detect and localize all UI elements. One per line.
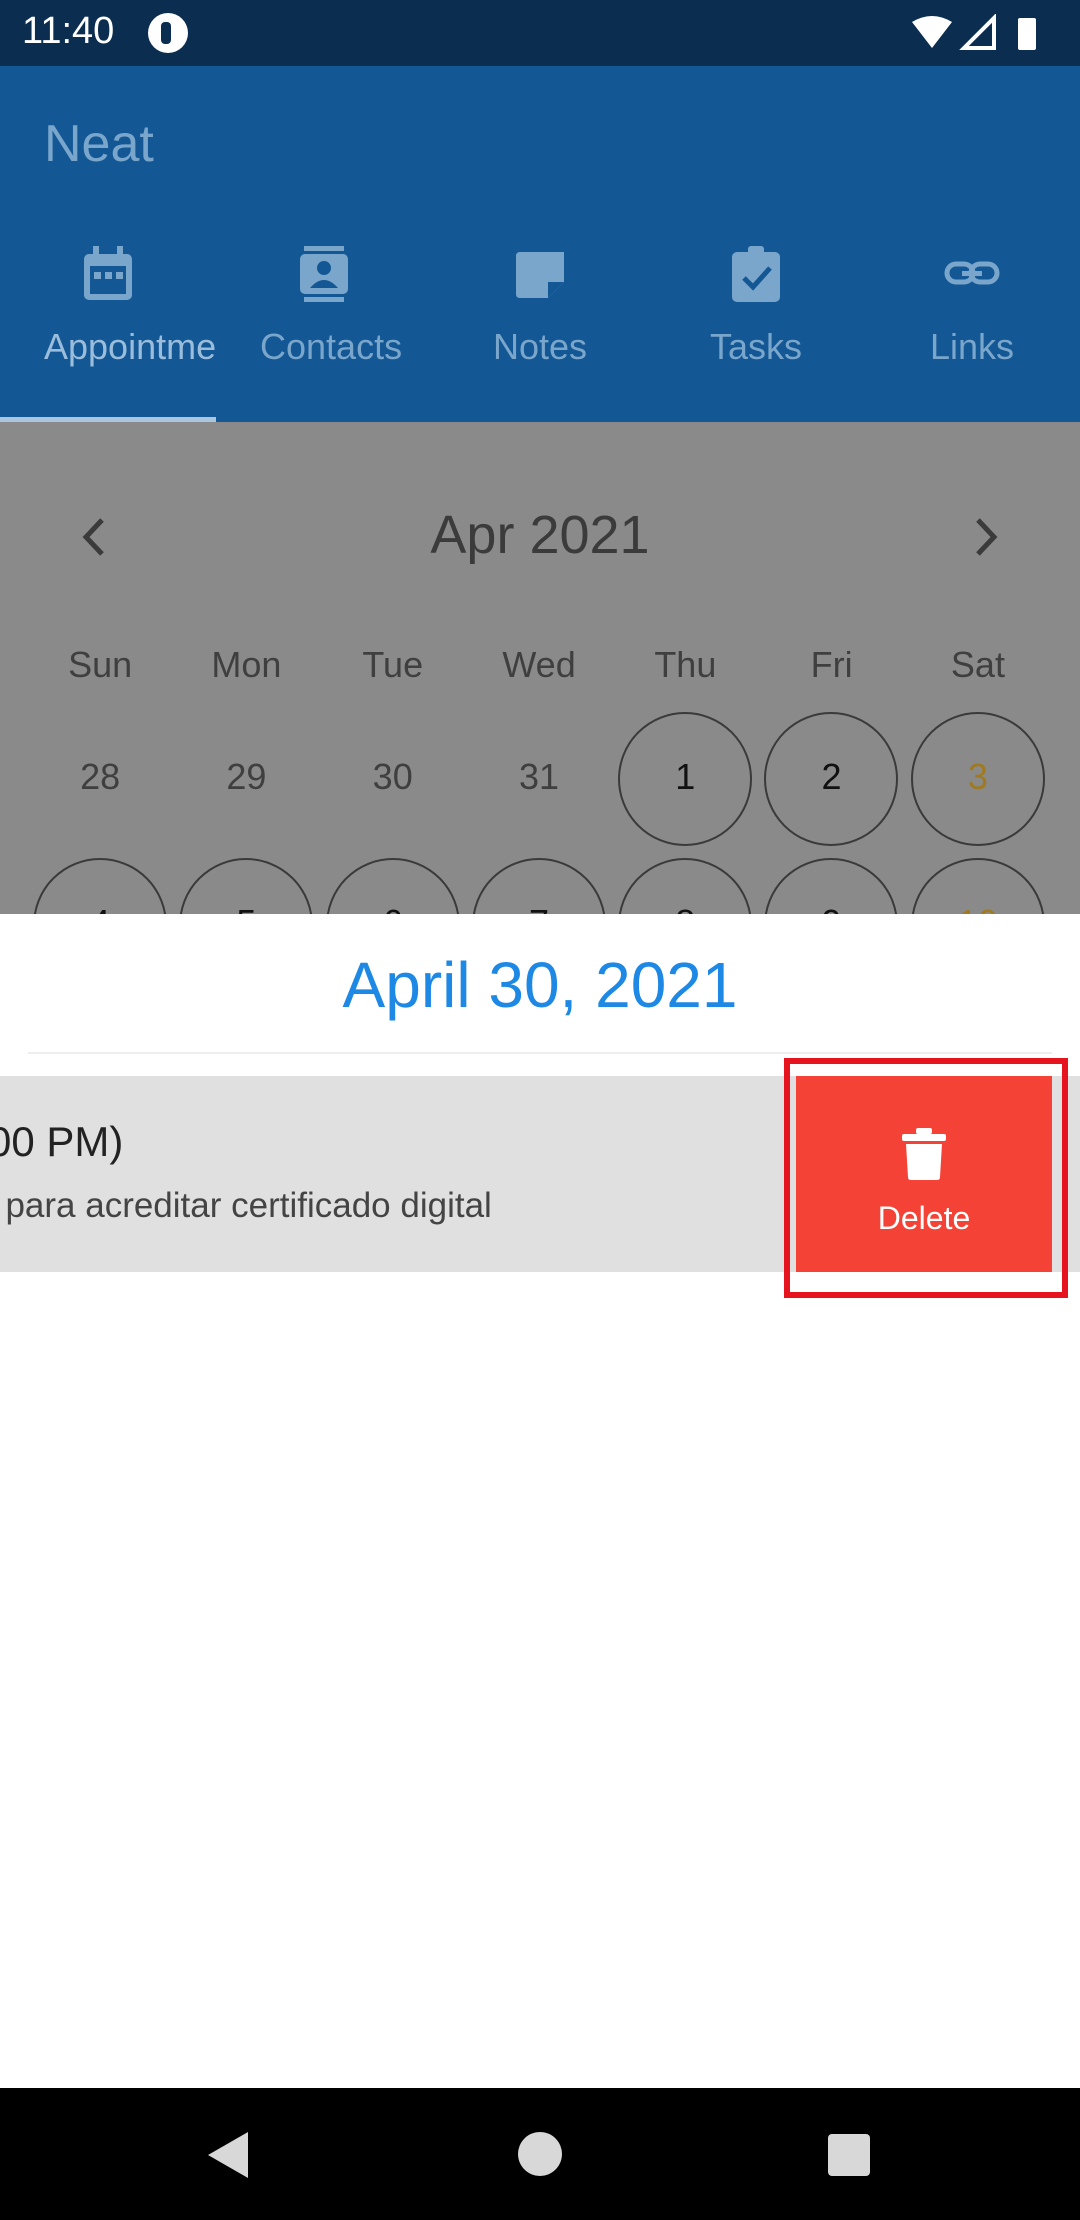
tab-contacts[interactable]: Contacts [216,244,432,422]
tab-links[interactable]: Links [864,244,1080,422]
appointment-time: 00 PM) [0,1118,124,1165]
day-number: 1 [675,756,696,797]
day-number: 6 [320,902,466,914]
calendar-day[interactable]: 10 [905,858,1051,914]
divider [28,1052,1052,1054]
wifi-icon [912,16,952,48]
tab-label: Contacts [260,326,403,367]
tab-label: Tasks [709,326,803,367]
status-bar: 11:40 [0,0,1080,66]
calendar-day[interactable]: 30 [320,712,466,846]
notification-app-icon [148,13,188,53]
weekday-header: Sun Mon Tue Wed Thu Fri Sat [0,644,1080,686]
task-check-icon [732,246,780,302]
calendar-day[interactable]: 2 [758,712,904,846]
calendar-day[interactable]: 1 [612,712,758,846]
note-icon [516,252,564,298]
weekday-label: Sun [68,644,133,685]
link-icon [944,261,1000,285]
status-time: 11:40 [22,10,115,52]
calendar-day[interactable]: 7 [466,858,612,914]
tab-label: Appointments [44,326,216,367]
tab-appointments[interactable]: Appointments [0,244,216,422]
calendar-day[interactable]: 5 [173,858,319,914]
calendar-day[interactable]: 4 [27,858,173,914]
tab-bar: Appointments Contacts Notes [0,244,1080,422]
calendar-day[interactable]: 28 [27,712,173,846]
day-number: 30 [372,756,413,797]
weekday-label: Sat [950,644,1005,685]
delete-label: Delete [877,1200,971,1236]
weekday-label: Fri [810,644,853,685]
status-icons [912,14,1036,50]
weekday-label: Thu [654,644,717,685]
app-bar: Neat Appointments Contacts [0,66,1080,422]
day-number: 3 [967,756,988,797]
day-number: 4 [27,902,173,914]
tab-label: Links [929,326,1015,367]
weekday-label: Tue [362,644,424,685]
calendar-day[interactable]: 6 [320,858,466,914]
calendar-day[interactable]: 9 [758,858,904,914]
trash-icon [902,1128,946,1180]
battery-icon [1018,18,1036,50]
app-title: Neat [44,115,154,173]
weekday-label: Mon [211,644,282,685]
delete-button[interactable]: Delete [796,1076,1052,1272]
day-number: 29 [226,756,267,797]
recent-apps-icon[interactable] [828,2134,870,2176]
calendar-day[interactable]: 29 [173,712,319,846]
tab-tasks[interactable]: Tasks [648,244,864,422]
appointment-description: ı para acreditar certificado digital [0,1186,492,1225]
day-number: 5 [173,902,319,914]
day-number: 2 [821,756,842,797]
contact-card-icon [300,246,348,302]
calendar-day[interactable]: 8 [612,858,758,914]
selected-date-title: April 30, 2021 [342,949,738,1021]
calendar-week: 4 5 6 7 8 9 10 [27,858,1051,914]
calendar: Apr 2021 Sun Mon Tue Wed Thu Fri Sat 28 … [0,422,1080,914]
home-icon[interactable] [518,2132,562,2176]
day-number: 10 [905,902,1051,914]
day-number: 7 [466,902,612,914]
appointments-bottom-sheet: April 30, 2021 00 PM) ı para acreditar c… [0,914,1080,2088]
calendar-day[interactable]: 3 [905,712,1051,846]
signal-icon [959,14,996,50]
calendar-month-label: Apr 2021 [430,505,650,565]
tab-notes[interactable]: Notes [432,244,648,422]
tab-label: Notes [492,326,588,367]
day-number: 31 [518,756,559,797]
calendar-week: 28 29 30 31 1 2 3 [27,712,1051,846]
day-number: 8 [612,902,758,914]
calendar-icon [84,246,132,300]
day-number: 9 [758,902,904,914]
calendar-day[interactable]: 31 [466,712,612,846]
chevron-right-icon[interactable] [966,512,1006,562]
day-number: 28 [80,756,121,797]
navigation-bar [0,2088,1080,2220]
weekday-label: Wed [502,644,576,685]
back-icon[interactable] [204,2130,250,2180]
